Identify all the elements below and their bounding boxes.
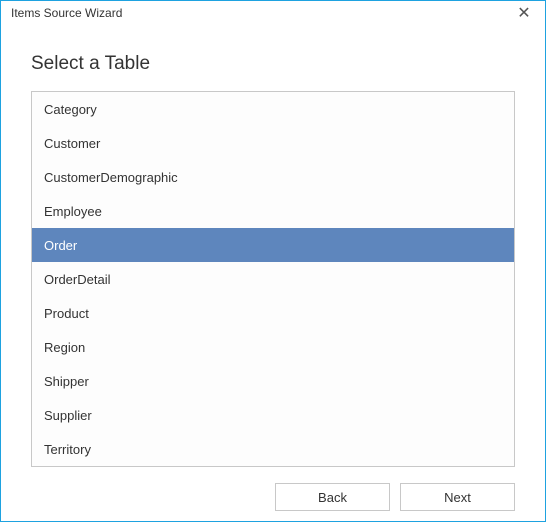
list-item-label: Category <box>44 102 97 117</box>
list-item[interactable]: CustomerDemographic <box>32 160 514 194</box>
list-item-label: Shipper <box>44 374 89 389</box>
list-item[interactable]: Customer <box>32 126 514 160</box>
list-item[interactable]: Employee <box>32 194 514 228</box>
list-item-label: Customer <box>44 136 100 151</box>
list-item[interactable]: Supplier <box>32 398 514 432</box>
close-icon: ✕ <box>517 3 530 23</box>
close-button[interactable]: ✕ <box>509 1 539 25</box>
list-item[interactable]: Order <box>32 228 514 262</box>
window-title: Items Source Wizard <box>11 6 509 20</box>
list-item-label: Region <box>44 340 85 355</box>
list-item-label: Order <box>44 238 77 253</box>
list-item-label: CustomerDemographic <box>44 170 178 185</box>
list-item-label: Territory <box>44 442 91 457</box>
list-item[interactable]: Product <box>32 296 514 330</box>
table-listbox[interactable]: Category Customer CustomerDemographic Emplo… <box>31 91 515 467</box>
list-item[interactable]: OrderDetail <box>32 262 514 296</box>
list-item-label: OrderDetail <box>44 272 110 287</box>
list-item[interactable]: Category <box>32 92 514 126</box>
back-button[interactable]: Back <box>275 483 390 511</box>
wizard-window: Items Source Wizard ✕ Select a Table Cat… <box>0 0 546 522</box>
list-item[interactable]: Territory <box>32 432 514 466</box>
list-item[interactable]: Shipper <box>32 364 514 398</box>
titlebar: Items Source Wizard ✕ <box>1 1 545 25</box>
list-item-label: Supplier <box>44 408 92 423</box>
list-item-label: Employee <box>44 204 102 219</box>
list-item-label: Product <box>44 306 89 321</box>
list-item[interactable]: Region <box>32 330 514 364</box>
next-button[interactable]: Next <box>400 483 515 511</box>
content-area: Select a Table Category Customer CustomerD… <box>1 25 545 473</box>
page-heading: Select a Table <box>31 53 515 75</box>
footer: Back Next <box>1 473 545 521</box>
